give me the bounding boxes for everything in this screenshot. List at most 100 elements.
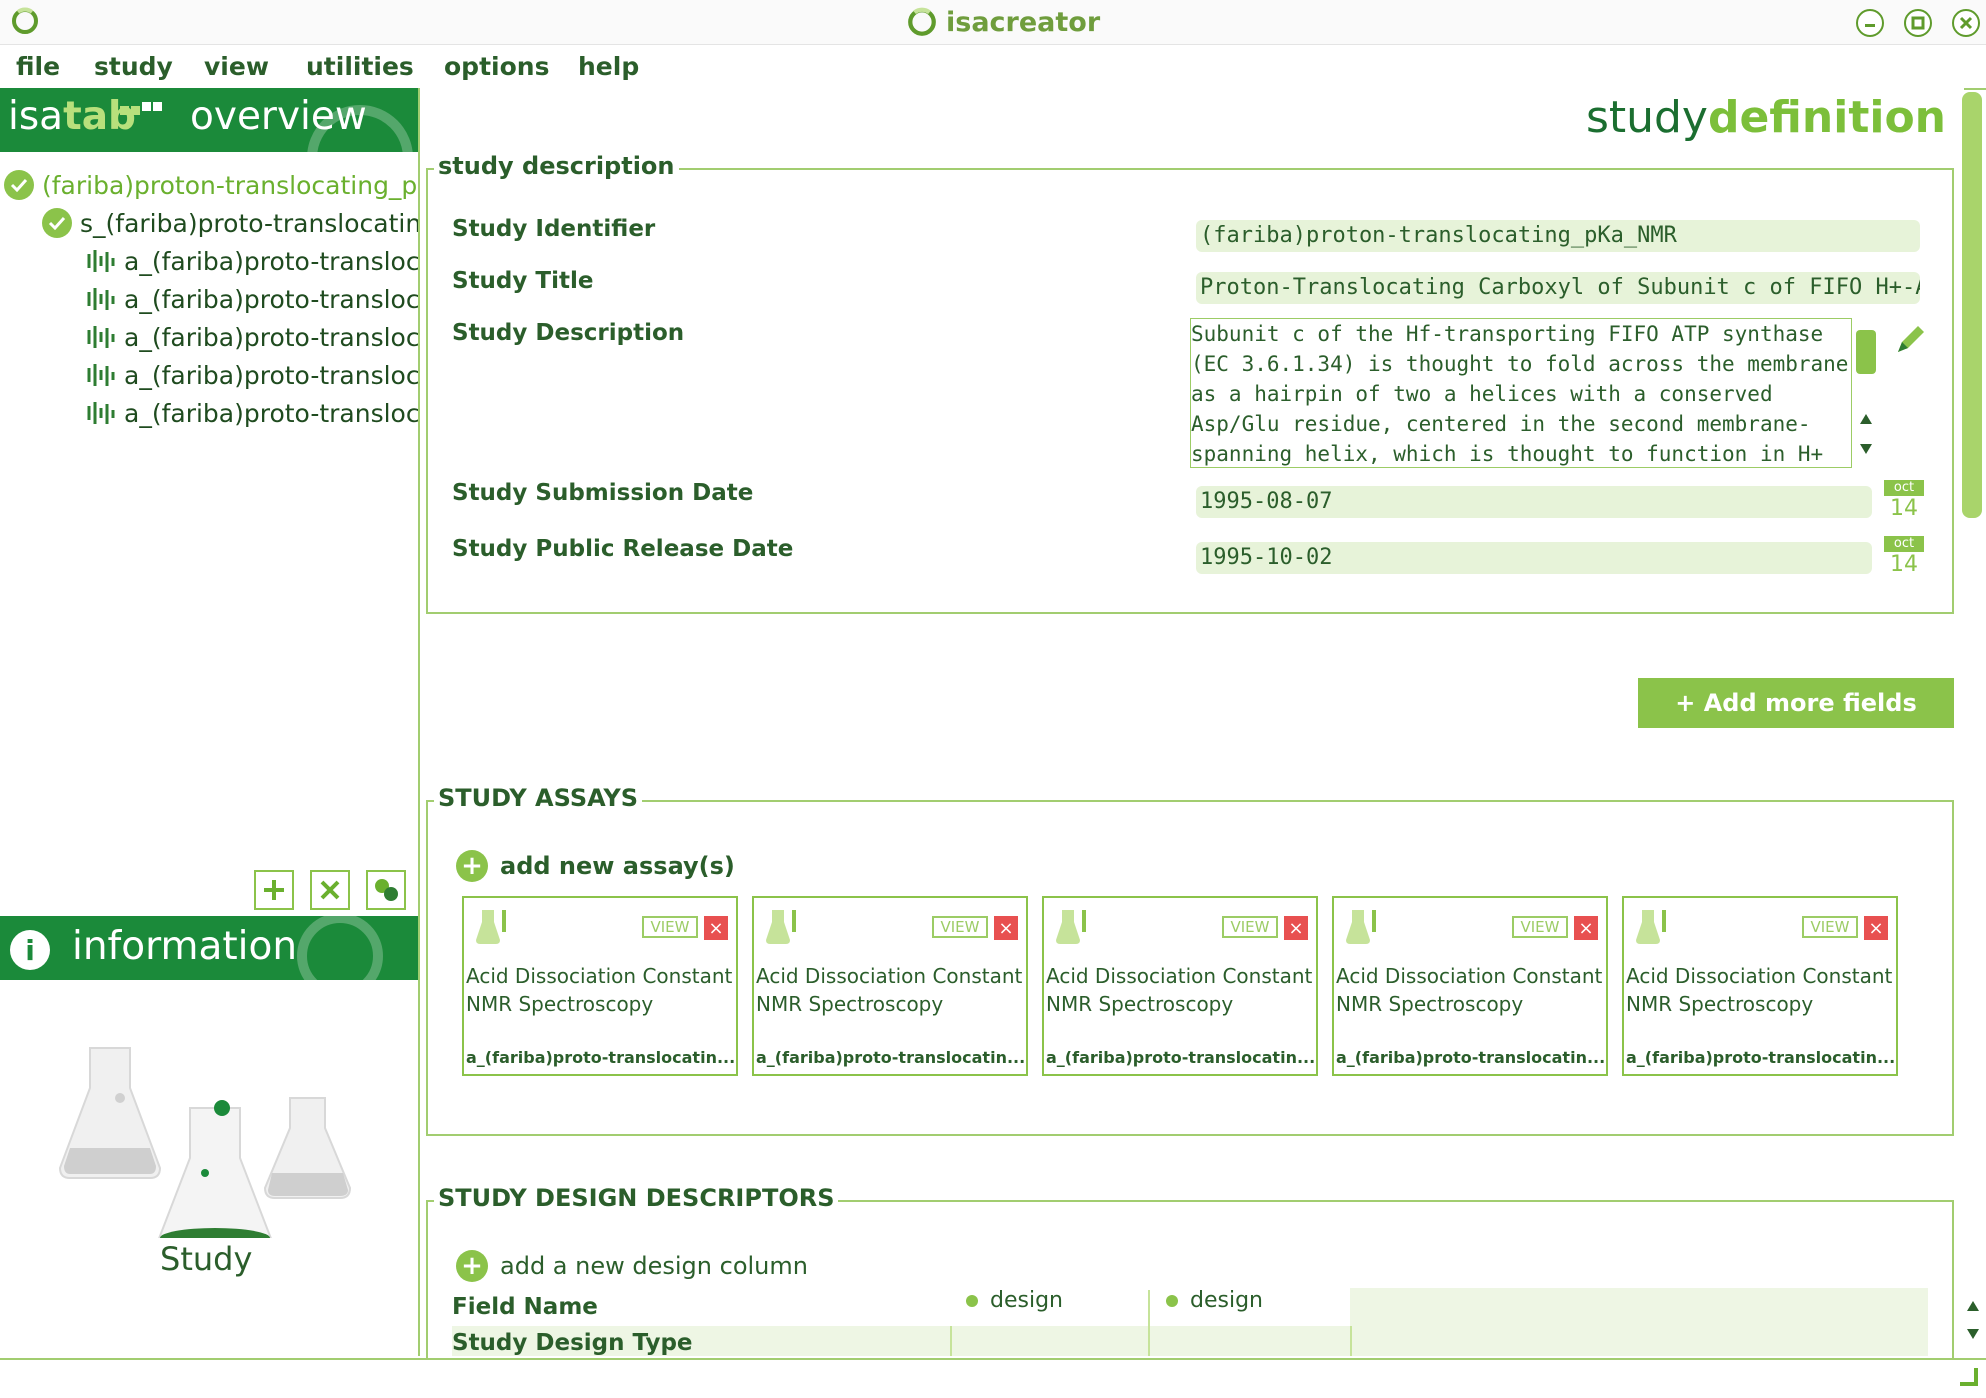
main-scrollbar[interactable]	[1962, 92, 1982, 518]
scroll-down-icon[interactable]	[1966, 1328, 1980, 1340]
minimize-icon	[1865, 24, 1875, 27]
menu-file[interactable]: file	[16, 52, 60, 81]
isacreator-logo-icon	[908, 7, 936, 36]
minimize-button[interactable]	[1856, 9, 1884, 37]
design-column-header[interactable]: design	[1166, 1288, 1263, 1313]
delete-assay-button[interactable]: ×	[1864, 916, 1888, 940]
study-title-field[interactable]: Proton-Translocating Carboxyl of Subunit…	[1196, 272, 1920, 304]
delete-assay-button[interactable]: ×	[1574, 916, 1598, 940]
study-description-label: Study Description	[452, 320, 685, 346]
view-button[interactable]: VIEW	[932, 916, 988, 938]
assay-file: a_(fariba)proto-translocatin...	[1626, 1048, 1896, 1067]
assay-card[interactable]: VIEW × Acid Dissociation Constant NMR Sp…	[752, 896, 1028, 1076]
column-divider	[1148, 1326, 1150, 1356]
flask-icon	[1346, 910, 1376, 944]
menu-view[interactable]: view	[204, 52, 269, 81]
tree-item-assay[interactable]: a_(fariba)proto-translocating	[86, 282, 418, 316]
scroll-up-icon[interactable]	[1966, 1300, 1980, 1312]
calendar-month: oct	[1884, 480, 1924, 496]
delete-assay-button[interactable]: ×	[1284, 916, 1308, 940]
assay-technology: NMR Spectroscopy	[1046, 992, 1234, 1016]
tree-item-label: s_(fariba)proto-translocating	[80, 208, 418, 238]
release-date-label: Study Public Release Date	[452, 536, 794, 562]
section-legend: study description	[434, 152, 679, 180]
assay-file: a_(fariba)proto-translocatin...	[1336, 1048, 1606, 1067]
add-more-fields-button[interactable]: + Add more fields	[1638, 678, 1954, 728]
add-circle-icon: +	[456, 1250, 488, 1282]
tree-item-study[interactable]: s_(fariba)proto-translocating	[42, 206, 418, 240]
information-title: information	[72, 924, 298, 969]
add-node-button[interactable]	[254, 870, 294, 910]
description-scroll-thumb[interactable]	[1856, 330, 1876, 374]
add-design-column-button[interactable]: + add a new design column	[456, 1250, 808, 1282]
check-icon	[42, 208, 72, 238]
view-button[interactable]: VIEW	[1802, 916, 1858, 938]
tree-item-label: a_(fariba)proto-translocating	[124, 322, 418, 352]
assay-technology: NMR Spectroscopy	[1626, 992, 1814, 1016]
menu-bar: file study view utilities options help	[0, 46, 1986, 90]
field-name-header: Field Name	[452, 1294, 598, 1320]
plus-icon	[264, 880, 284, 900]
assay-card[interactable]: VIEW × Acid Dissociation Constant NMR Sp…	[1042, 896, 1318, 1076]
calendar-icon[interactable]: oct 14	[1884, 480, 1924, 526]
view-button[interactable]: VIEW	[1222, 916, 1278, 938]
delete-assay-button[interactable]: ×	[994, 916, 1018, 940]
isatab-brand: isatab	[8, 94, 136, 139]
delete-assay-button[interactable]: ×	[704, 916, 728, 940]
assay-card[interactable]: VIEW × Acid Dissociation Constant NMR Sp…	[1332, 896, 1608, 1076]
add-assay-button[interactable]: + add new assay(s)	[456, 850, 735, 882]
tree-item-assay[interactable]: a_(fariba)proto-translocating	[86, 244, 418, 278]
maximize-button[interactable]	[1904, 9, 1932, 37]
design-column-label: design	[1190, 1288, 1263, 1313]
assay-technology: NMR Spectroscopy	[756, 992, 944, 1016]
information-header: i information	[0, 916, 418, 980]
design-column-header[interactable]: design	[966, 1288, 1063, 1313]
tree-item-assay[interactable]: a_(fariba)proto-translocating	[86, 358, 418, 392]
tree-item-label: a_(fariba)proto-translocating	[124, 246, 418, 276]
study-description-textarea[interactable]: Subunit c of the Hf-transporting FIFO AT…	[1190, 318, 1852, 468]
section-legend: STUDY ASSAYS	[434, 784, 643, 812]
submission-date-field[interactable]: 1995-08-07	[1196, 486, 1872, 518]
assay-file: a_(fariba)proto-translocatin...	[1046, 1048, 1316, 1067]
scroll-down-icon[interactable]	[1858, 442, 1874, 456]
release-date-field[interactable]: 1995-10-02	[1196, 542, 1872, 574]
assay-file: a_(fariba)proto-translocatin...	[466, 1048, 736, 1067]
tree-item-label: (fariba)proton-translocating_pKa_NMR	[42, 170, 418, 200]
close-button[interactable]	[1952, 9, 1980, 37]
tree-item-assay[interactable]: a_(fariba)proto-translocating	[86, 320, 418, 354]
view-button[interactable]: VIEW	[642, 916, 698, 938]
calendar-icon[interactable]: oct 14	[1884, 536, 1924, 582]
design-empty-cell	[1350, 1288, 1928, 1328]
resize-grip-icon[interactable]	[1956, 1364, 1980, 1388]
pencil-icon[interactable]	[1892, 324, 1926, 358]
menu-options[interactable]: options	[444, 52, 549, 81]
view-button[interactable]: VIEW	[1512, 916, 1568, 938]
group-node-button[interactable]	[366, 870, 406, 910]
menu-help[interactable]: help	[578, 52, 639, 81]
info-icon: i	[10, 930, 50, 970]
assay-card[interactable]: VIEW × Acid Dissociation Constant NMR Sp…	[1622, 896, 1898, 1076]
assay-icon	[87, 326, 115, 348]
close-icon	[1959, 16, 1973, 30]
assay-measurement: Acid Dissociation Constant	[756, 964, 1023, 988]
submission-date-label: Study Submission Date	[452, 480, 754, 506]
assay-card[interactable]: VIEW × Acid Dissociation Constant NMR Sp…	[462, 896, 738, 1076]
menu-utilities[interactable]: utilities	[306, 52, 414, 81]
title-bar: isacreator	[0, 0, 1986, 45]
study-flasks-icon	[58, 1047, 352, 1238]
tree-item-assay[interactable]: a_(fariba)proto-translocating	[86, 396, 418, 430]
study-identifier-field[interactable]: (fariba)proton-translocating_pKa_NMR	[1196, 220, 1920, 252]
circles-icon	[375, 879, 398, 901]
remove-node-button[interactable]	[310, 870, 350, 910]
information-caption: Study	[160, 1240, 253, 1278]
column-divider	[1148, 1290, 1150, 1326]
scroll-up-icon[interactable]	[1858, 412, 1874, 426]
remove-icon	[320, 880, 340, 900]
assay-measurement: Acid Dissociation Constant	[1336, 964, 1603, 988]
section-legend: STUDY DESIGN DESCRIPTORS	[434, 1184, 839, 1212]
menu-study[interactable]: study	[94, 52, 173, 81]
calendar-month: oct	[1884, 536, 1924, 552]
tree-item-investigation[interactable]: (fariba)proton-translocating_pKa_NMR	[4, 168, 418, 202]
assay-icon	[87, 250, 115, 272]
window-title: isacreator	[906, 4, 1100, 40]
